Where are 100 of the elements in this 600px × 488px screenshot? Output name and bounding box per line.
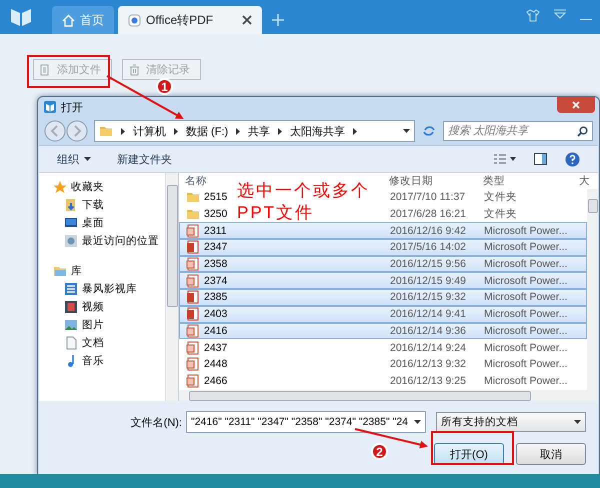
dropdown-icon[interactable] [403, 129, 410, 133]
file-name: 2403 [204, 308, 228, 320]
open-button[interactable]: 打开(O) [434, 443, 504, 465]
file-row[interactable]: 2385 2016/12/15 9:32 Microsoft Power... [179, 289, 587, 306]
file-row[interactable]: 2358 2016/12/15 9:56 Microsoft Power... [179, 256, 587, 272]
folder-icon [186, 190, 200, 204]
column-header[interactable]: 类型 [483, 174, 579, 188]
dialog-title: 打开 [61, 100, 83, 114]
modified-date: 2016/12/15 9:32 [390, 291, 467, 304]
file-type: Microsoft Power... [484, 258, 568, 270]
file-row[interactable]: 2374 2016/12/15 9:49 Microsoft Power... [179, 272, 587, 290]
file-type: Microsoft Power... [484, 324, 568, 337]
nav-item[interactable]: 图片 [53, 317, 165, 332]
scrollbar[interactable] [587, 189, 598, 390]
file-name: 2358 [204, 258, 228, 270]
nav-item[interactable]: 暴风影视库 [53, 281, 165, 296]
nav-item[interactable]: 文档 [53, 335, 165, 350]
modified-date: 2016/12/16 9:42 [390, 224, 467, 237]
close-button[interactable] [557, 97, 595, 113]
file-name: 2437 [204, 342, 228, 354]
add-tab-icon[interactable] [272, 14, 284, 26]
file-row[interactable]: 2347 2017/5/16 14:02 Microsoft Power... [179, 239, 587, 256]
download-icon [64, 198, 78, 212]
file-name: 2374 [204, 274, 228, 287]
file-type: Microsoft Power... [484, 374, 568, 387]
modified-date: 2016/12/14 9:41 [390, 308, 467, 320]
ppt-icon [186, 224, 200, 238]
close-icon [572, 101, 580, 109]
chevron-icon [121, 128, 125, 134]
view-icon[interactable] [494, 154, 516, 164]
step-marker: 1 [156, 78, 173, 95]
minimize-icon[interactable] [580, 18, 592, 21]
tab[interactable]: Office转PDF [118, 6, 262, 34]
modified-date: 2017/6/28 16:21 [390, 208, 467, 220]
file-name: 2515 [204, 191, 228, 204]
file-type: Microsoft Power... [484, 308, 568, 320]
scrollbar[interactable] [165, 173, 178, 401]
file-type: 文件夹 [484, 190, 518, 204]
cancel-button[interactable]: 取消 [516, 443, 586, 465]
file-name: 2448 [204, 358, 228, 370]
pptx-icon [186, 240, 200, 254]
nav-item[interactable]: 音乐 [53, 353, 165, 368]
breadcrumb-item[interactable]: 太阳海共享 [290, 124, 346, 138]
address-bar[interactable]: 计算机 数据 (F:) 共享 太阳海共享 [94, 120, 415, 142]
nav-item[interactable]: 下载 [53, 197, 165, 212]
file-item[interactable]: 2515 [186, 190, 228, 204]
modified-date: 2016/12/14 9:24 [390, 342, 467, 354]
command-button[interactable]: 组织 [57, 152, 91, 166]
modified-date: 2016/12/15 9:56 [390, 258, 467, 270]
back-icon[interactable] [44, 120, 66, 142]
file-type: Microsoft Power... [484, 358, 568, 370]
file-item[interactable]: 3250 [186, 207, 228, 222]
breadcrumb-item[interactable]: 计算机 [133, 124, 166, 138]
help-icon[interactable] [565, 152, 580, 166]
document-icon [64, 336, 78, 350]
file-name: 2466 [204, 374, 228, 387]
file-name: 2311 [204, 224, 227, 237]
annotation-text: 选中一个或多个 PPT文件 [237, 180, 370, 224]
nav-item[interactable]: 桌面 [53, 215, 165, 230]
filename-field[interactable]: "2416" "2311" "2347" "2358" "2374" "2385" "24 [186, 411, 426, 433]
shirt-icon[interactable] [526, 9, 540, 22]
nav-item[interactable]: 最近访问的位置 [53, 233, 165, 248]
file-name: 3250 [204, 208, 228, 220]
scrollbar[interactable] [179, 390, 598, 401]
dropdown-icon [414, 420, 421, 424]
menu-icon[interactable] [553, 9, 567, 21]
file-row[interactable]: 2311 2016/12/16 9:42 Microsoft Power... [179, 222, 587, 240]
file-icon [40, 64, 51, 76]
file-item[interactable]: 2437 [186, 340, 228, 355]
trash-icon [129, 64, 140, 76]
command-button[interactable]: 新建文件夹 [117, 152, 172, 166]
nav-item[interactable]: 库 [53, 263, 165, 278]
folder-icon [186, 207, 200, 222]
file-row[interactable]: 2416 2016/12/14 9:36 Microsoft Power... [179, 322, 587, 340]
file-type-dropdown[interactable]: 所有支持的文档 [436, 412, 586, 432]
logo-icon [10, 6, 32, 28]
modified-date: 2016/12/14 9:36 [390, 324, 467, 337]
forward-icon[interactable] [66, 120, 88, 142]
ppt-icon [186, 340, 200, 355]
file-item[interactable]: 2448 [186, 357, 228, 372]
nav-item[interactable]: 收藏夹 [53, 179, 165, 194]
column-header[interactable]: 修改日期 [389, 174, 483, 188]
file-item[interactable]: 2466 [186, 374, 228, 388]
ppt-icon [186, 357, 200, 372]
modified-date: 2017/7/10 11:37 [390, 191, 466, 204]
search-field[interactable]: 搜索 太阳海共享 [443, 121, 593, 141]
ppt-icon [186, 274, 200, 288]
chevron-icon [278, 128, 282, 134]
nav-item[interactable]: 视频 [53, 299, 165, 314]
pptx-icon [186, 290, 200, 304]
ppt-icon [186, 257, 200, 272]
dropdown-icon [574, 420, 581, 424]
breadcrumb-item[interactable]: 数据 (F:) [186, 124, 228, 138]
preview-pane-icon[interactable] [534, 153, 547, 165]
column-header[interactable]: 大 [579, 174, 590, 188]
breadcrumb-item[interactable]: 共享 [248, 124, 270, 138]
dropdown-icon [84, 157, 91, 161]
close-icon[interactable] [242, 15, 252, 25]
home-icon [62, 14, 75, 26]
file-row[interactable]: 2403 2016/12/14 9:41 Microsoft Power... [179, 306, 587, 322]
